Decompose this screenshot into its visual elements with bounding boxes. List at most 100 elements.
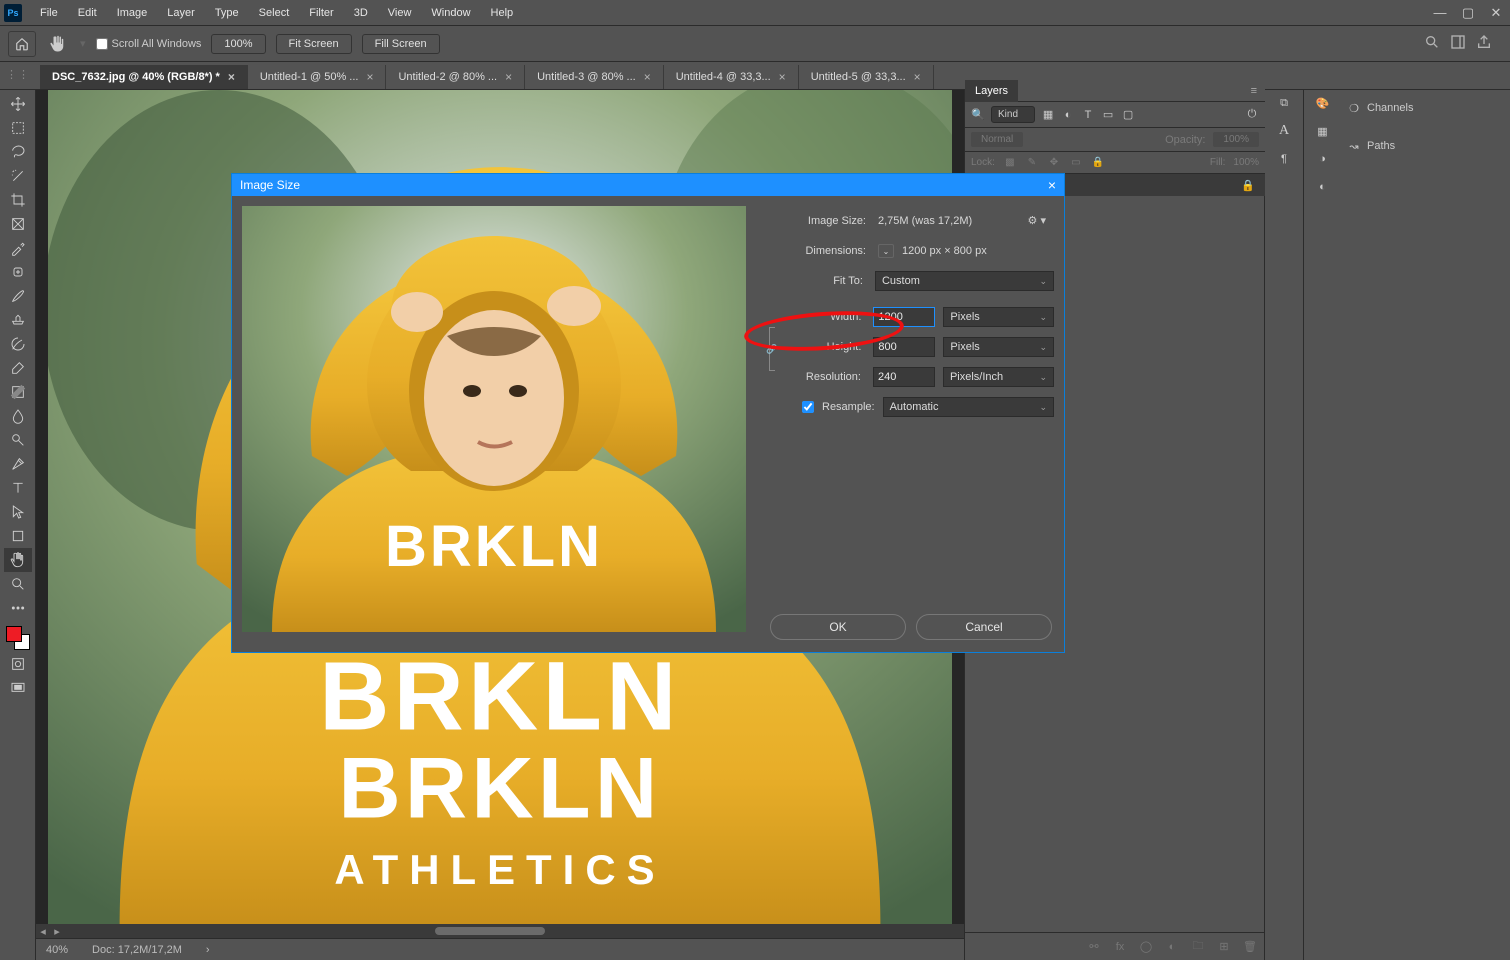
zoom-tool[interactable] — [4, 572, 32, 596]
constrain-proportions-toggle[interactable]: 🔗 — [762, 319, 782, 379]
screen-mode-toggle[interactable] — [4, 676, 32, 700]
eraser-tool[interactable] — [4, 356, 32, 380]
channels-panel-button[interactable]: ❍ Channels — [1341, 96, 1510, 120]
quick-mask-toggle[interactable] — [4, 652, 32, 676]
gear-icon[interactable]: ⚙ ▾ — [1028, 214, 1046, 227]
resolution-input[interactable] — [873, 367, 935, 387]
zoom-level[interactable]: 40% — [46, 944, 68, 956]
layer-mask-icon[interactable]: ◯ — [1139, 940, 1153, 954]
filter-type-icon[interactable]: T — [1081, 108, 1095, 122]
menu-filter[interactable]: Filter — [299, 0, 343, 26]
rectangle-tool[interactable] — [4, 524, 32, 548]
lock-artboard-icon[interactable]: ▭ — [1069, 156, 1083, 170]
maximize-button[interactable]: ▢ — [1454, 0, 1482, 26]
lock-paint-icon[interactable]: ✎ — [1025, 156, 1039, 170]
document-tab[interactable]: Untitled-2 @ 80% ...× — [386, 65, 525, 89]
resample-checkbox[interactable] — [802, 401, 814, 413]
layers-tab[interactable]: Layers — [965, 80, 1018, 102]
panel-menu-icon[interactable]: ≡ — [1243, 85, 1265, 97]
width-input[interactable] — [873, 307, 935, 327]
pen-tool[interactable] — [4, 452, 32, 476]
search-icon[interactable] — [1424, 34, 1440, 53]
horizontal-scrollbar[interactable]: ◂▸ — [36, 924, 964, 938]
menu-file[interactable]: File — [30, 0, 68, 26]
fit-to-select[interactable]: Custom⌄ — [875, 271, 1054, 291]
link-layers-icon[interactable]: ⚯ — [1087, 940, 1101, 954]
close-icon[interactable]: × — [914, 65, 921, 89]
menu-help[interactable]: Help — [481, 0, 524, 26]
scroll-all-windows-checkbox[interactable]: Scroll All Windows — [96, 38, 202, 50]
gradient-tool[interactable] — [4, 380, 32, 404]
hand-tool[interactable] — [4, 548, 32, 572]
close-button[interactable]: ✕ — [1482, 0, 1510, 26]
swatches-panel-icon[interactable]: ▦ — [1316, 124, 1330, 138]
filter-pixel-icon[interactable]: ▦ — [1041, 108, 1055, 122]
document-tab[interactable]: Untitled-4 @ 33,3...× — [664, 65, 799, 89]
resolution-unit-select[interactable]: Pixels/Inch⌄ — [943, 367, 1054, 387]
dialog-close-button[interactable]: × — [1048, 177, 1056, 193]
ok-button[interactable]: OK — [770, 614, 906, 640]
layer-style-icon[interactable]: fx — [1113, 940, 1127, 954]
eyedropper-tool[interactable] — [4, 236, 32, 260]
document-tab[interactable]: Untitled-1 @ 50% ...× — [248, 65, 387, 89]
crop-tool[interactable] — [4, 188, 32, 212]
move-tool[interactable] — [4, 92, 32, 116]
menu-window[interactable]: Window — [421, 0, 480, 26]
close-icon[interactable]: × — [644, 65, 651, 89]
document-tab[interactable]: Untitled-5 @ 33,3...× — [799, 65, 934, 89]
paths-panel-button[interactable]: ↝ Paths — [1341, 134, 1510, 158]
paragraph-panel-icon[interactable]: ¶ — [1277, 152, 1291, 166]
lock-position-icon[interactable]: ✥ — [1047, 156, 1061, 170]
home-button[interactable] — [8, 31, 36, 57]
brush-tool[interactable] — [4, 284, 32, 308]
status-chevron-icon[interactable]: › — [206, 944, 210, 956]
edit-toolbar[interactable] — [4, 596, 32, 620]
menu-layer[interactable]: Layer — [157, 0, 205, 26]
type-tool[interactable] — [4, 476, 32, 500]
search-icon[interactable]: 🔍 — [971, 108, 985, 122]
history-panel-icon[interactable]: ⧉ — [1277, 96, 1291, 110]
path-select-tool[interactable] — [4, 500, 32, 524]
document-tab[interactable]: Untitled-3 @ 80% ...× — [525, 65, 664, 89]
height-unit-select[interactable]: Pixels⌄ — [943, 337, 1054, 357]
fit-screen-button[interactable]: Fit Screen — [276, 34, 352, 54]
lasso-tool[interactable] — [4, 140, 32, 164]
new-layer-icon[interactable]: ⊞ — [1217, 940, 1231, 954]
tab-handle-icon[interactable]: ⋮⋮ — [6, 68, 30, 81]
zoom-100-button[interactable]: 100% — [211, 34, 265, 54]
lock-transparency-icon[interactable]: ▩ — [1003, 156, 1017, 170]
share-icon[interactable] — [1476, 34, 1492, 53]
width-unit-select[interactable]: Pixels⌄ — [943, 307, 1054, 327]
adjustments-panel-icon[interactable]: ◑ — [1316, 152, 1330, 166]
dimensions-unit-toggle[interactable]: ⌄ — [878, 244, 894, 258]
lock-all-icon[interactable]: 🔒 — [1091, 156, 1105, 170]
group-icon[interactable]: 🗀 — [1191, 940, 1205, 954]
workspace-icon[interactable] — [1450, 34, 1466, 53]
dodge-tool[interactable] — [4, 428, 32, 452]
filter-shape-icon[interactable]: ▭ — [1101, 108, 1115, 122]
close-icon[interactable]: × — [505, 65, 512, 89]
cancel-button[interactable]: Cancel — [916, 614, 1052, 640]
resample-method-select[interactable]: Automatic⌄ — [883, 397, 1054, 417]
filter-toggle-icon[interactable]: ⏻ — [1245, 108, 1259, 122]
history-brush-tool[interactable] — [4, 332, 32, 356]
dialog-titlebar[interactable]: Image Size × — [232, 174, 1064, 196]
menu-image[interactable]: Image — [107, 0, 158, 26]
menu-3d[interactable]: 3D — [344, 0, 378, 26]
filter-smart-icon[interactable]: ▢ — [1121, 108, 1135, 122]
layer-filter-kind[interactable]: Kind — [991, 106, 1035, 123]
character-panel-icon[interactable]: A — [1277, 124, 1291, 138]
menu-view[interactable]: View — [378, 0, 422, 26]
properties-panel-icon[interactable]: ◐ — [1316, 180, 1330, 194]
magic-wand-tool[interactable] — [4, 164, 32, 188]
delete-layer-icon[interactable]: 🗑 — [1243, 940, 1257, 954]
doc-size-info[interactable]: Doc: 17,2M/17,2M — [92, 944, 182, 956]
color-panel-icon[interactable]: 🎨 — [1316, 96, 1330, 110]
close-icon[interactable]: × — [228, 65, 235, 89]
healing-brush-tool[interactable] — [4, 260, 32, 284]
close-icon[interactable]: × — [366, 65, 373, 89]
menu-select[interactable]: Select — [249, 0, 300, 26]
filter-adjust-icon[interactable]: ◐ — [1061, 108, 1075, 122]
blend-mode-select[interactable]: Normal — [971, 132, 1023, 147]
document-tab[interactable]: DSC_7632.jpg @ 40% (RGB/8*) *× — [40, 65, 248, 89]
